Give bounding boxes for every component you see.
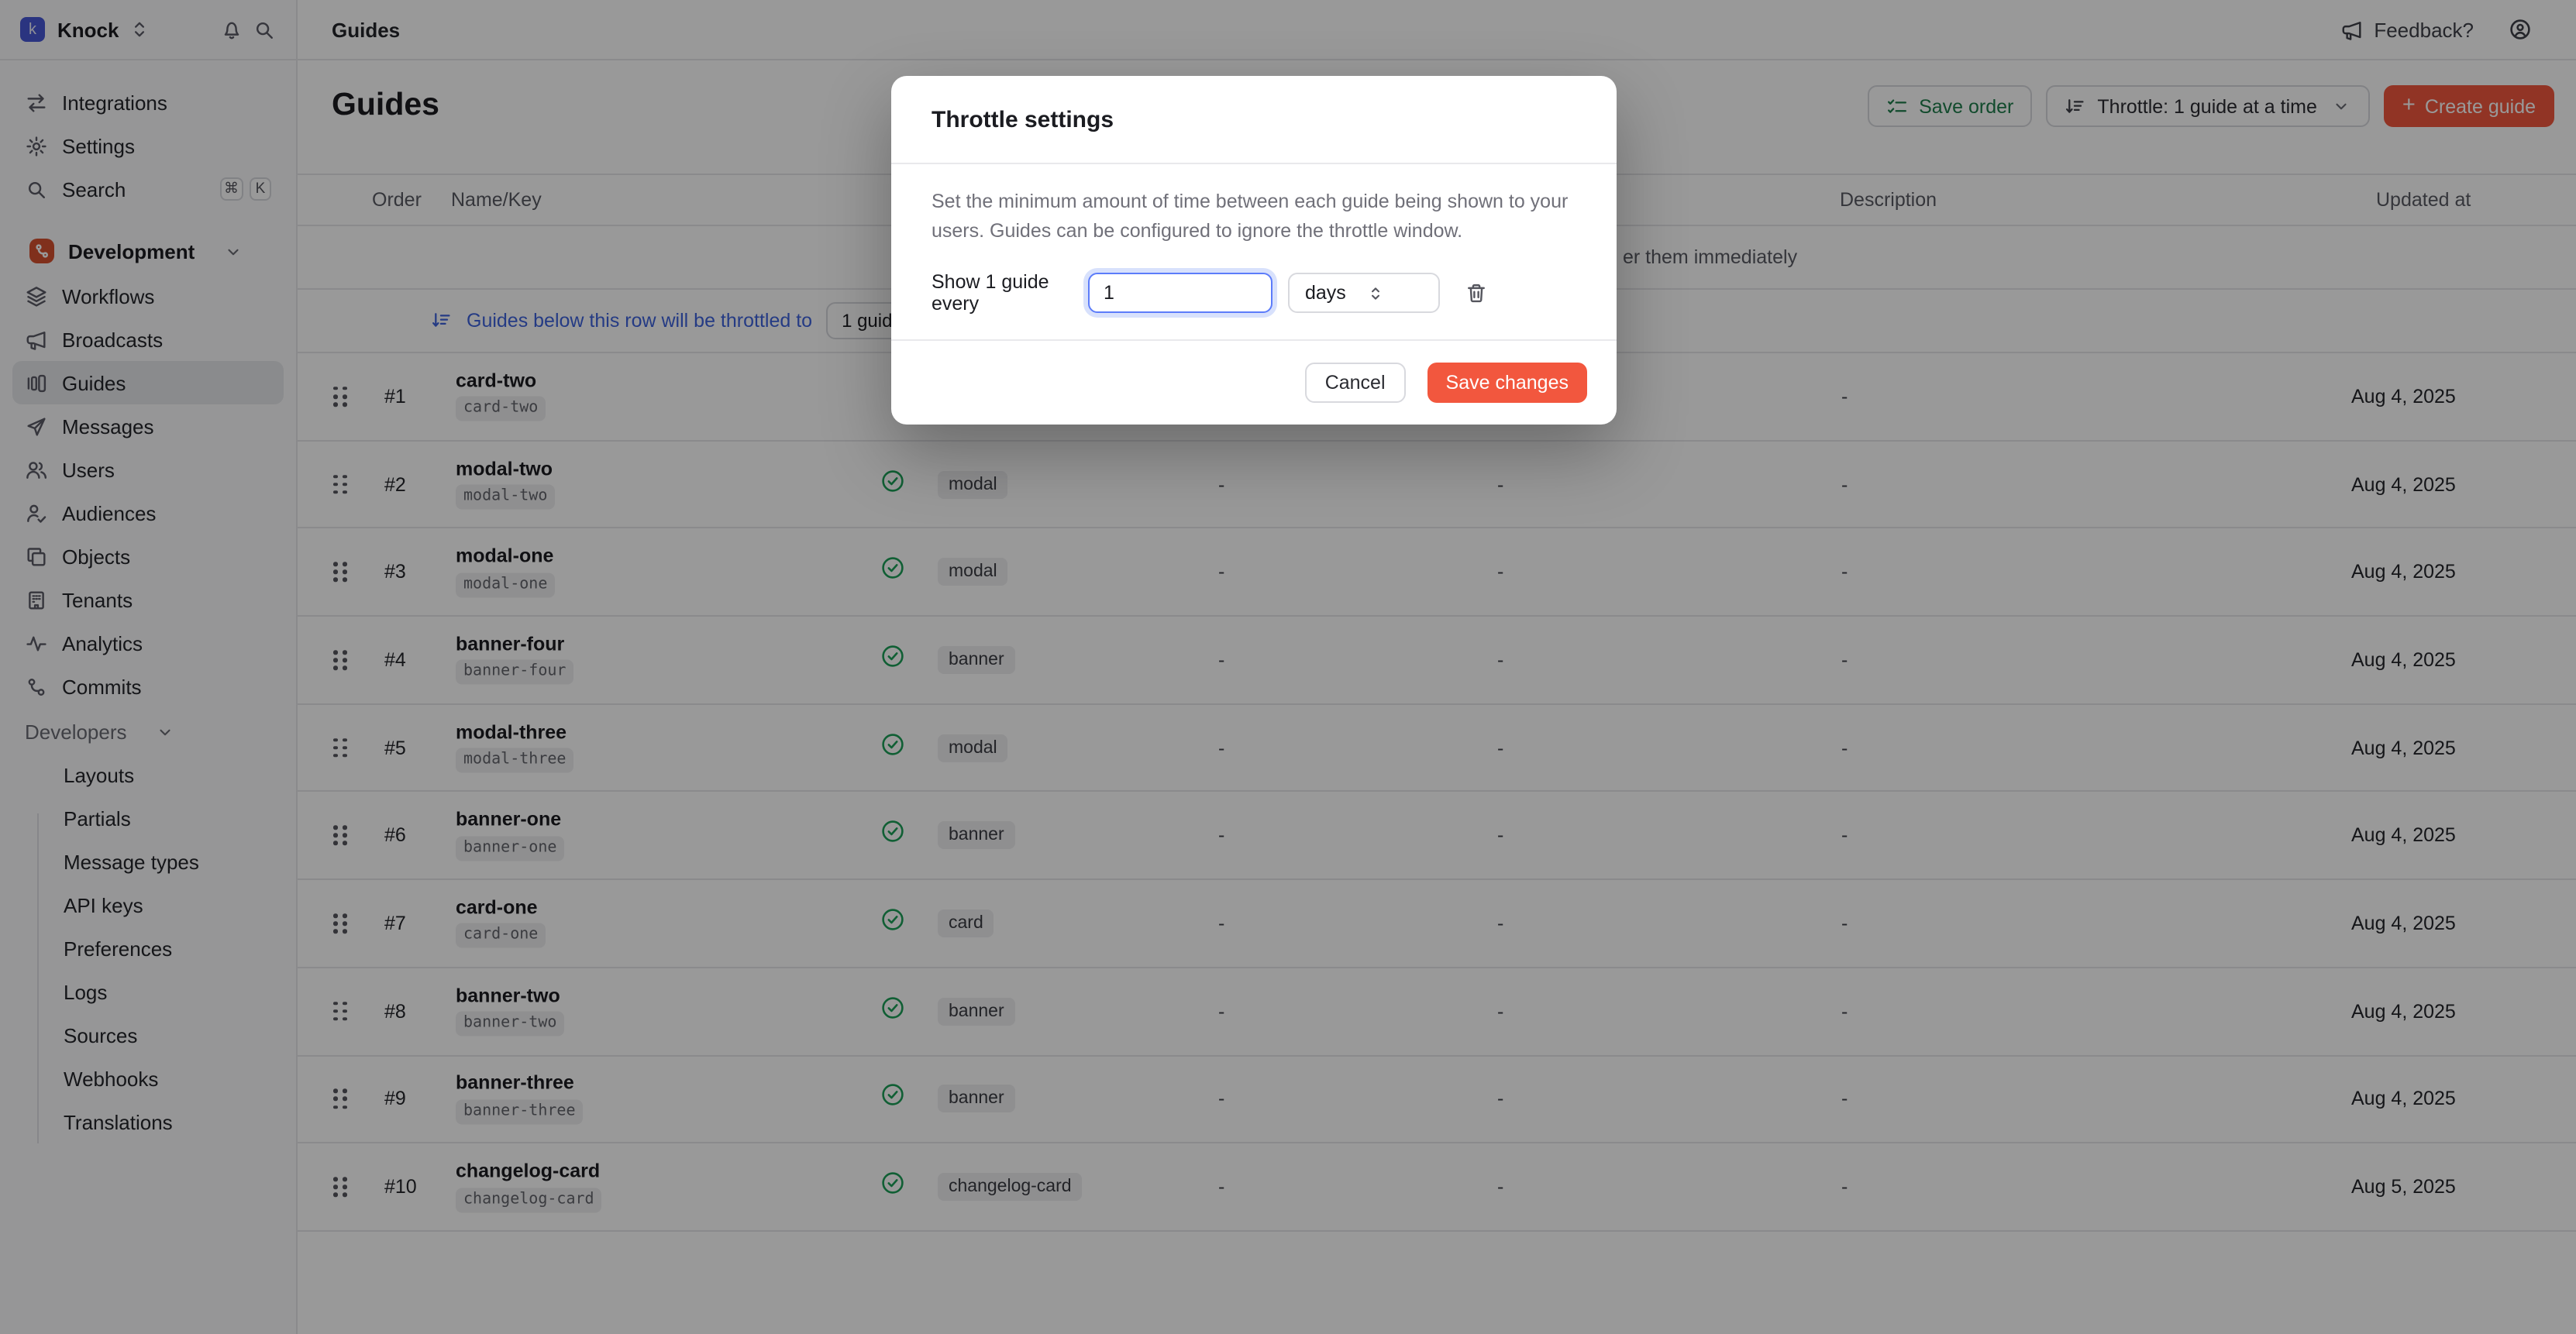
throttle-unit-select[interactable]: days <box>1288 273 1440 313</box>
cancel-button[interactable]: Cancel <box>1305 363 1406 403</box>
modal-body: Set the minimum amount of time between e… <box>891 164 1617 339</box>
save-changes-button[interactable]: Save changes <box>1427 363 1587 403</box>
modal-header: Throttle settings <box>891 76 1617 164</box>
throttle-form-row: Show 1 guide every days <box>932 273 1576 313</box>
stepper-icon <box>1365 283 1426 303</box>
throttle-amount-input[interactable] <box>1088 273 1273 313</box>
modal-title: Throttle settings <box>932 106 1114 132</box>
modal-footer: Cancel Save changes <box>891 339 1617 425</box>
delete-throttle-button[interactable] <box>1465 281 1488 304</box>
app: k Knock IntegrationsSettingsSearch⌘KDeve… <box>0 0 2576 1334</box>
throttle-interval-label: Show 1 guide every <box>932 271 1088 315</box>
trash-icon <box>1465 281 1488 304</box>
throttle-settings-modal: Throttle settings Set the minimum amount… <box>891 76 1617 425</box>
modal-description: Set the minimum amount of time between e… <box>932 187 1576 246</box>
